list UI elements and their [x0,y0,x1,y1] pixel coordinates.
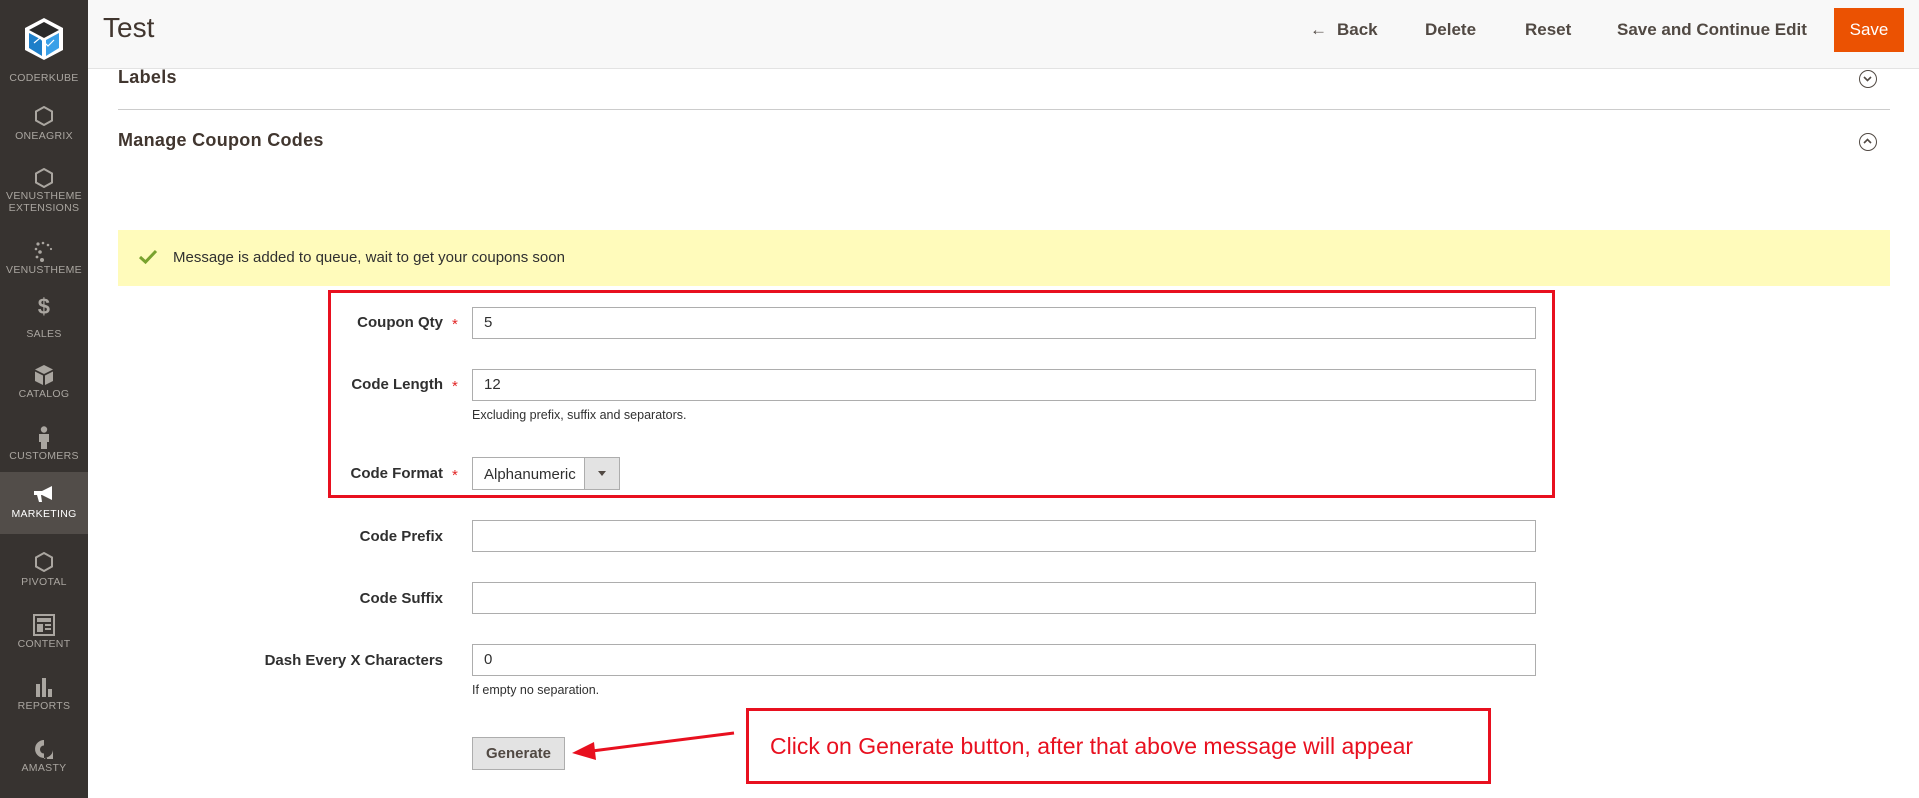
generate-button[interactable]: Generate [472,737,565,770]
person-icon [0,426,88,449]
labels-section-title[interactable]: Labels [118,67,177,88]
nav-label: SALES [26,328,62,340]
code-prefix-input[interactable] [472,520,1536,552]
megaphone-icon [0,484,88,506]
annotation-callout: Click on Generate button, after that abo… [746,708,1491,784]
expand-toggle[interactable] [1859,70,1877,88]
delete-button[interactable]: Delete [1425,20,1476,40]
message-text: Message is added to queue, wait to get y… [173,249,565,266]
annotation-highlight-box [328,290,1555,498]
nav-item-amasty[interactable]: AMASTY [0,730,88,792]
logo-label: CODERKUBE [9,72,79,84]
hexagon-icon [0,168,88,190]
page-header: Test ← Back Delete Reset Save and Continu… [88,0,1919,69]
annotation-text: Click on Generate button, after that abo… [770,733,1414,759]
nav-label: CONTENT [17,638,71,650]
nav-item-reports[interactable]: REPORTS [0,668,88,730]
section-divider [118,109,1890,110]
coderkube-logo[interactable]: CODERKUBE [0,16,88,88]
nav-label: AMASTY [21,762,67,774]
nav-label-line2: EXTENSIONS [8,202,80,214]
back-label: Back [1337,20,1378,39]
amasty-icon [0,738,88,760]
save-and-continue-button[interactable]: Save and Continue Edit [1617,20,1807,40]
page-title: Test [103,12,155,43]
bar-chart-icon [0,676,88,698]
reset-button[interactable]: Reset [1525,20,1571,40]
nav-item-sales[interactable]: $ SALES [0,294,88,356]
nav-item-oneagrix[interactable]: ONEAGRIX [0,98,88,160]
nav-label: VENUSTHEME [6,264,82,276]
nav-label: REPORTS [17,700,71,712]
nav-label-line1: VENUSTHEME [6,190,82,202]
code-suffix-label: Code Suffix [359,590,443,607]
admin-sidebar: CODERKUBE ONEAGRIX VENUSTHEME EXTENSIONS… [0,0,88,798]
chevron-down-icon [1863,76,1872,82]
checkmark-icon [138,249,158,265]
nav-item-venustheme-extensions[interactable]: VENUSTHEME EXTENSIONS [0,160,88,222]
nav-label: CATALOG [18,388,70,400]
collapse-toggle[interactable] [1859,133,1877,151]
nav-item-venustheme[interactable]: VENUSTHEME [0,232,88,294]
hexagon-icon [0,106,88,128]
chevron-up-icon [1863,138,1872,144]
dollar-icon: $ [37,294,51,319]
nav-item-marketing[interactable]: MARKETING [0,472,88,534]
nav-label: CUSTOMERS [9,450,79,462]
box-icon [0,364,88,386]
nav-item-content[interactable]: CONTENT [0,606,88,668]
nav-item-pivotal[interactable]: PIVOTAL [0,544,88,606]
sparkle-icon [0,240,88,262]
dash-every-note: If empty no separation. [472,683,600,697]
nav-label: VENUSTHEME EXTENSIONS [0,190,88,214]
dash-every-input[interactable]: 0 [472,644,1536,676]
nav-label: PIVOTAL [21,576,67,588]
layout-icon [0,614,88,636]
code-suffix-input[interactable] [472,582,1536,614]
cube-logo-icon [25,18,63,60]
dash-every-label: Dash Every X Characters [264,652,443,669]
nav-label: ONEAGRIX [15,130,73,142]
nav-item-customers[interactable]: CUSTOMERS [0,418,88,480]
arrow-left-icon: ← [1310,20,1327,39]
nav-label: MARKETING [11,508,77,520]
success-message: Message is added to queue, wait to get y… [118,230,1890,286]
manage-coupon-codes-title[interactable]: Manage Coupon Codes [118,130,324,151]
back-button[interactable]: ← Back [1310,20,1378,40]
hexagon-icon [0,552,88,574]
save-button[interactable]: Save [1834,8,1904,52]
code-prefix-label: Code Prefix [359,528,443,545]
nav-item-catalog[interactable]: CATALOG [0,356,88,418]
